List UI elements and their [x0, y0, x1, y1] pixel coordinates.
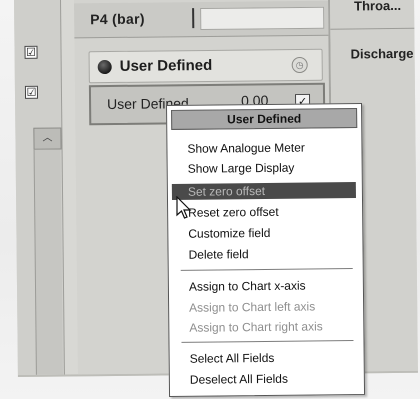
menu-item-customize-field[interactable]: Customize field	[188, 226, 270, 241]
context-menu-title: User Defined	[171, 107, 358, 130]
throttle-label: Throa...	[354, 0, 402, 14]
menu-item-assign-chart-left-axis: Assign to Chart left axis	[189, 299, 316, 315]
record-dot-icon	[97, 59, 112, 75]
menu-item-show-analogue-meter[interactable]: Show Analogue Meter	[187, 141, 305, 156]
left-scroll-area	[33, 149, 63, 375]
menu-item-reset-zero-offset[interactable]: Reset zero offset	[188, 205, 279, 220]
clock-icon[interactable]: ◷	[291, 56, 308, 74]
left-column: ☑ ☑ ︿	[14, 0, 65, 375]
menu-item-assign-chart-x-axis[interactable]: Assign to Chart x-axis	[189, 279, 306, 294]
p4-value-field[interactable]	[200, 6, 325, 31]
p4-row: P4 (bar)	[74, 0, 329, 39]
menu-item-assign-chart-right-axis: Assign to Chart right axis	[189, 319, 323, 335]
menu-item-select-all-fields[interactable]: Select All Fields	[190, 351, 275, 366]
p4-separator	[192, 8, 195, 29]
discharge-label: Discharge	[350, 45, 414, 62]
collapse-arrow-icon[interactable]: ︿	[33, 127, 62, 150]
menu-item-set-zero-offset[interactable]: Set zero offset	[171, 182, 356, 200]
mouse-pointer-icon	[176, 196, 192, 219]
photo-frame: ☑ ☑ ︿ P4 (bar) User Defined ◷ User Defin…	[0, 0, 420, 399]
divider	[330, 27, 415, 30]
menu-separator	[180, 268, 353, 271]
menu-item-deselect-all-fields[interactable]: Deselect All Fields	[190, 372, 288, 387]
menu-item-delete-field[interactable]: Delete field	[188, 247, 248, 262]
context-menu: User Defined Show Analogue Meter Show La…	[166, 102, 366, 397]
row-checkbox-1[interactable]: ☑	[24, 45, 38, 59]
menu-item-show-large-display[interactable]: Show Large Display	[188, 161, 295, 176]
menu-separator	[181, 340, 354, 343]
user-defined-header-title: User Defined	[119, 56, 213, 75]
user-defined-header[interactable]: User Defined ◷	[88, 48, 323, 84]
p4-label: P4 (bar)	[90, 10, 145, 28]
row-checkbox-2[interactable]: ☑	[24, 85, 39, 99]
